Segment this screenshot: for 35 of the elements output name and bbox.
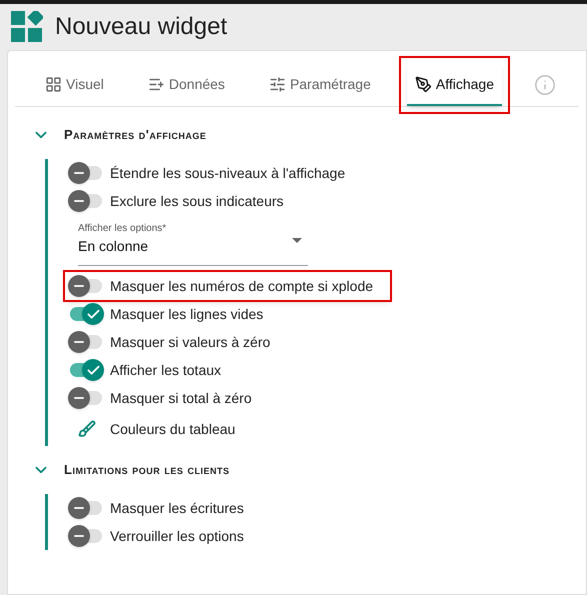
option-label: Masquer les écritures [110,498,244,518]
tab[interactable]: Affichage [406,64,502,106]
option-label: Verrouiller les options [110,526,244,546]
option-label: Afficher les totaux [110,360,222,380]
option-label[interactable]: Couleurs du tableau [110,418,236,440]
select-label: Afficher les options* [78,222,166,236]
toggle-switch[interactable] [68,525,104,547]
tab[interactable]: Données [140,64,233,106]
toggle-switch[interactable] [68,359,104,381]
option-label: Exclure les sous indicateurs [110,192,284,210]
options-select[interactable]: Afficher les options* En colonne [78,221,308,266]
brush-icon[interactable] [78,420,96,438]
option-label: Masquer les numéros de compte si xplode [110,276,374,296]
option-label: Masquer si total à zéro [110,388,252,408]
toggle-switch[interactable] [68,497,104,519]
toggle-switch[interactable] [68,331,104,353]
tab[interactable]: Visuel [37,64,112,106]
toggle-switch[interactable] [68,275,104,297]
tab[interactable]: Paramétrage [260,64,379,106]
option-label: Masquer les lignes vides [110,304,264,324]
pen-icon [414,76,432,92]
grid-plus-icon [45,76,62,92]
select-value: En colonne [78,237,150,256]
page-title: Nouveau widget [55,12,228,42]
option-label: Étendre les sous-niveaux à l'affichage [110,164,346,183]
toggle-switch[interactable] [68,387,104,409]
section-heading: Limitations pour les clients [64,461,230,480]
section-heading: Paramètres d'affichage [64,126,206,144]
option-label: Masquer si valeurs à zéro [110,332,270,352]
widget-logo-icon [11,11,43,43]
toggle-switch[interactable] [68,303,104,325]
toggle-switch[interactable] [68,190,104,212]
toggle-switch[interactable] [68,162,104,184]
dropdown-caret-icon [292,238,302,243]
sliders-icon [268,76,286,92]
